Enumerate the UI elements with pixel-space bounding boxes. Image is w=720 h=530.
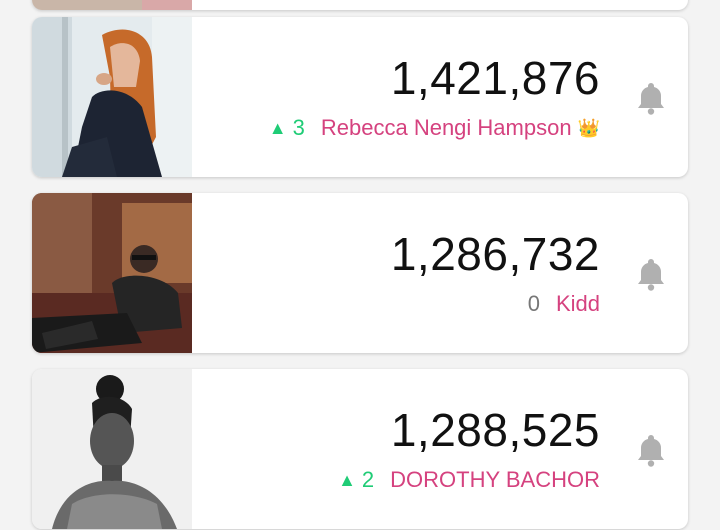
contestant-name: Kidd xyxy=(555,291,600,316)
bell-icon[interactable] xyxy=(636,433,666,467)
contestant-photo xyxy=(32,193,192,353)
crown-icon: 👑 xyxy=(577,118,600,138)
rank-change: 2 xyxy=(361,467,375,492)
vote-count: 1,286,732 xyxy=(390,228,600,280)
contestant-name: Rebecca Nengi Hampson xyxy=(320,115,572,140)
contestant-photo xyxy=(32,17,192,177)
rank-info: ▲ 3 Rebecca Nengi Hampson 👑 xyxy=(269,117,600,139)
contestant-photo xyxy=(32,0,192,10)
vote-count: 1,421,876 xyxy=(390,52,600,104)
triangle-up-icon: ▲ xyxy=(268,118,287,138)
rank-change: 3 xyxy=(292,115,305,140)
bell-icon[interactable] xyxy=(636,257,666,291)
rank-info: ▲ 2 DOROTHY BACHOR xyxy=(338,469,600,491)
contestant-name: DOROTHY BACHOR xyxy=(390,467,600,492)
contestant-card[interactable]: 1,286,732 0 Kidd xyxy=(32,193,688,353)
contestant-card[interactable]: 1,421,876 ▲ 3 Rebecca Nengi Hampson 👑 xyxy=(32,17,688,177)
contestant-card-partial[interactable] xyxy=(32,0,688,10)
vote-count: 1,288,525 xyxy=(390,404,600,456)
rank-change: 0 xyxy=(527,291,540,316)
contestant-card[interactable]: 1,288,525 ▲ 2 DOROTHY BACHOR xyxy=(32,369,688,529)
bell-icon[interactable] xyxy=(636,81,666,115)
contestant-photo xyxy=(32,369,192,529)
rank-info: 0 Kidd xyxy=(528,293,600,315)
triangle-up-icon: ▲ xyxy=(338,470,356,490)
